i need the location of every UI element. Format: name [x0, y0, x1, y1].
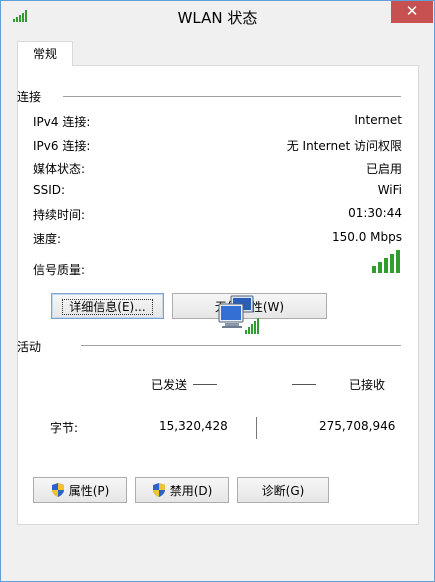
media-state-label: 媒体状态: [33, 162, 86, 176]
speed-label: 速度: [33, 232, 62, 246]
properties-button[interactable]: 属性(P) [33, 477, 127, 503]
ipv6-label: IPv6 连接: [33, 139, 91, 153]
disable-button-label: 禁用(D) [169, 484, 213, 498]
title-bar[interactable]: WLAN 状态 ✕ [1, 1, 434, 31]
uac-shield-icon [51, 483, 64, 497]
window-title: WLAN 状态 [177, 9, 258, 27]
disable-button[interactable]: 禁用(D) [135, 477, 229, 503]
ipv6-value: 无 Internet 访问权限 [286, 139, 402, 153]
diagnose-button[interactable]: 诊断(G) [237, 477, 329, 503]
properties-button-label: 属性(P) [68, 484, 110, 498]
wlan-status-window: WLAN 状态 ✕ 常规 连接 IPv4 连接: Internet IPv6 连… [0, 0, 435, 582]
connection-divider [63, 96, 401, 97]
activity-divider [81, 345, 401, 346]
details-button[interactable]: 详细信息(E)... [51, 293, 164, 319]
received-dash [292, 384, 316, 385]
connection-group-label: 连接 [17, 90, 42, 104]
ssid-label: SSID: [33, 183, 66, 197]
bytes-sent-value: 15,320,428 [159, 419, 228, 433]
tab-general[interactable]: 常规 [17, 41, 73, 66]
bytes-label: 字节: [50, 421, 79, 435]
sent-label: 已发送 [151, 378, 188, 392]
signal-quality-icon [372, 250, 400, 273]
details-button-label: 详细信息(E)... [62, 299, 153, 315]
ipv4-label: IPv4 连接: [33, 115, 91, 129]
sent-dash [193, 384, 217, 385]
bytes-received-value: 275,708,946 [319, 419, 396, 433]
received-label: 已接收 [349, 378, 386, 392]
duration-label: 持续时间: [33, 208, 86, 222]
ipv4-value: Internet [354, 113, 402, 127]
signal-quality-label: 信号质量: [33, 263, 86, 277]
network-computers-icon [218, 295, 259, 334]
bytes-separator [256, 417, 257, 439]
uac-shield-icon [152, 483, 165, 497]
activity-group-label: 活动 [17, 340, 42, 354]
speed-value: 150.0 Mbps [331, 230, 402, 244]
ssid-value: WiFi [377, 183, 402, 197]
close-button[interactable]: ✕ [391, 1, 433, 23]
duration-value: 01:30:44 [348, 206, 402, 220]
media-state-value: 已启用 [365, 162, 402, 176]
